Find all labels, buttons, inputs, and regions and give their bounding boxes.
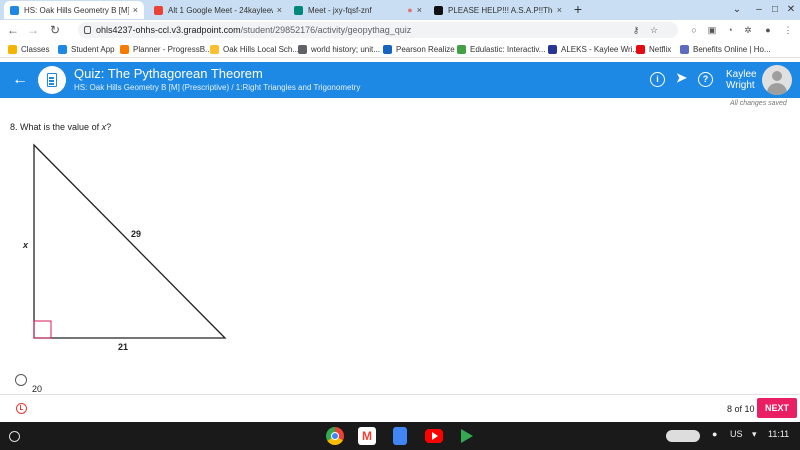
os-shelf: ● US ▾ 11:11 <box>0 422 800 450</box>
recording-dot-icon: ● <box>407 5 413 15</box>
gradpoint-favicon-icon <box>10 5 19 15</box>
next-button[interactable]: NEXT <box>757 398 797 418</box>
meet-favicon-icon <box>154 5 163 15</box>
bookmark-pearson[interactable]: Pearson Realize <box>383 43 455 55</box>
save-status: All changes saved <box>730 100 787 107</box>
right-triangle-figure: x 29 21 <box>22 143 227 352</box>
minimize-icon[interactable]: – <box>752 3 766 17</box>
star-icon[interactable]: ☆ <box>648 24 660 36</box>
key-icon[interactable]: ⚷ <box>630 24 642 36</box>
tab-google-meet-alt[interactable]: Alt 1 Google Meet - 24kayleewrig... × <box>148 1 288 19</box>
address-bar[interactable]: ohls4237-ohhs-ccl.v3.gradpoint.com/stude… <box>78 22 678 38</box>
youtube-icon[interactable] <box>425 429 443 443</box>
lock-icon <box>84 26 91 34</box>
close-icon[interactable]: × <box>133 5 138 15</box>
question-prompt: 8. What is the value of x? <box>10 122 112 132</box>
profile-icon[interactable]: ● <box>762 24 774 36</box>
answer-choice-label[interactable]: 20 <box>32 384 42 394</box>
locale-indicator[interactable]: US <box>730 429 743 439</box>
chrome-icon[interactable] <box>326 427 344 445</box>
close-window-icon[interactable]: ✕ <box>784 3 798 17</box>
side-x-label: x <box>22 240 29 250</box>
tab-strip: HS: Oak Hills Geometry B [M] (P... × Alt… <box>0 0 800 20</box>
close-icon[interactable]: × <box>557 5 562 15</box>
pearson-icon <box>383 44 392 54</box>
bookmark-classes[interactable]: Classes <box>8 43 49 55</box>
user-name: Kaylee Wright <box>726 69 757 91</box>
new-tab-button[interactable]: + <box>570 2 586 18</box>
bookmark-student-app[interactable]: Student App <box>58 43 115 55</box>
docs-icon[interactable] <box>393 427 407 445</box>
tab-meet[interactable]: Meet - jxy-fqsf-znf ● × <box>288 1 428 19</box>
puzzle-icon[interactable]: ✲ <box>742 24 754 36</box>
browser-toolbar: ← → ↻ ohls4237-ohhs-ccl.v3.gradpoint.com… <box>0 20 800 40</box>
tab-title: Alt 1 Google Meet - 24kayleewrig... <box>168 5 273 15</box>
notification-icon[interactable]: ● <box>712 429 717 439</box>
info-icon[interactable]: i <box>650 72 665 87</box>
gmail-icon[interactable] <box>358 427 376 445</box>
tab-title: HS: Oak Hills Geometry B [M] (P... <box>24 5 129 15</box>
right-angle-marker <box>33 320 52 339</box>
meet-favicon-icon <box>294 5 303 15</box>
media-pill-icon[interactable] <box>666 430 700 442</box>
course-breadcrumb: HS: Oak Hills Geometry B [M] (Prescripti… <box>74 83 361 92</box>
launcher-icon[interactable] <box>9 431 20 442</box>
clock-time[interactable]: 11:11 <box>768 429 789 439</box>
edulastic-icon <box>457 44 466 54</box>
back-arrow-icon[interactable]: ← <box>12 71 30 89</box>
forward-arrow-icon[interactable]: → <box>26 23 40 37</box>
quiz-title: Quiz: The Pythagorean Theorem <box>74 66 263 81</box>
tab-gradpoint[interactable]: HS: Oak Hills Geometry B [M] (P... × <box>4 1 144 19</box>
benefits-icon <box>680 44 689 54</box>
extension-circle-icon[interactable]: ○ <box>688 24 700 36</box>
back-arrow-icon[interactable]: ← <box>6 23 20 37</box>
close-icon[interactable]: × <box>277 5 282 15</box>
quiz-document-icon <box>38 66 66 94</box>
quiz-header: ← Quiz: The Pythagorean Theorem HS: Oak … <box>0 62 800 98</box>
brainly-favicon-icon <box>434 5 443 15</box>
url-text[interactable]: ohls4237-ohhs-ccl.v3.gradpoint.com/stude… <box>96 24 411 36</box>
oak-hills-icon <box>210 44 219 54</box>
bookmark-benefits-online[interactable]: Benefits Online | Ho... <box>680 43 771 55</box>
aleks-icon <box>548 44 557 54</box>
bookmark-planner[interactable]: Planner - ProgressB... <box>120 43 212 55</box>
classes-icon <box>8 44 17 54</box>
tab-title: Meet - jxy-fqsf-znf <box>308 5 372 15</box>
reload-icon[interactable]: ↻ <box>48 23 62 37</box>
answer-radio[interactable] <box>15 374 27 386</box>
tab-title: PLEASE HELP!!! A.S.A.P!!The Py... <box>448 5 553 15</box>
bookmarks-bar: Classes Student App Planner - ProgressB.… <box>0 40 800 58</box>
close-icon[interactable]: × <box>417 5 422 15</box>
page-counter: 8 of 10 <box>727 404 755 414</box>
extension-icon[interactable]: ▣ <box>706 24 718 36</box>
bookmark-netflix[interactable]: Netflix <box>636 43 671 55</box>
quiz-footer: 8 of 10 NEXT <box>0 394 800 422</box>
hypotenuse-label: 29 <box>131 229 141 239</box>
help-icon[interactable]: ? <box>698 72 713 87</box>
kebab-menu-icon[interactable]: ⋮ <box>782 24 794 36</box>
timer-clock-icon[interactable] <box>16 403 27 414</box>
extension-icon[interactable]: ◔ <box>724 24 736 36</box>
wifi-icon[interactable]: ▾ <box>752 429 757 440</box>
send-icon[interactable]: ➤ <box>674 71 689 87</box>
bookmark-edulastic[interactable]: Edulastic: Interactiv... <box>457 43 545 55</box>
tab-brainly[interactable]: PLEASE HELP!!! A.S.A.P!!The Py... × <box>428 1 568 19</box>
avatar[interactable] <box>762 65 792 95</box>
bookmark-world-history[interactable]: world history; unit... <box>298 43 380 55</box>
world-history-icon <box>298 44 307 54</box>
triangle-shape <box>33 143 227 339</box>
netflix-icon <box>636 44 645 54</box>
bookmark-aleks[interactable]: ALEKS - Kaylee Wri... <box>548 43 639 55</box>
base-label: 21 <box>118 342 128 352</box>
maximize-icon[interactable]: □ <box>768 3 782 17</box>
student-app-icon <box>58 44 67 54</box>
planner-icon <box>120 44 129 54</box>
bookmark-oak-hills[interactable]: Oak Hills Local Sch... <box>210 43 299 55</box>
play-store-icon[interactable] <box>457 427 475 445</box>
tab-search-chevron-icon[interactable]: ⌄ <box>730 3 744 17</box>
